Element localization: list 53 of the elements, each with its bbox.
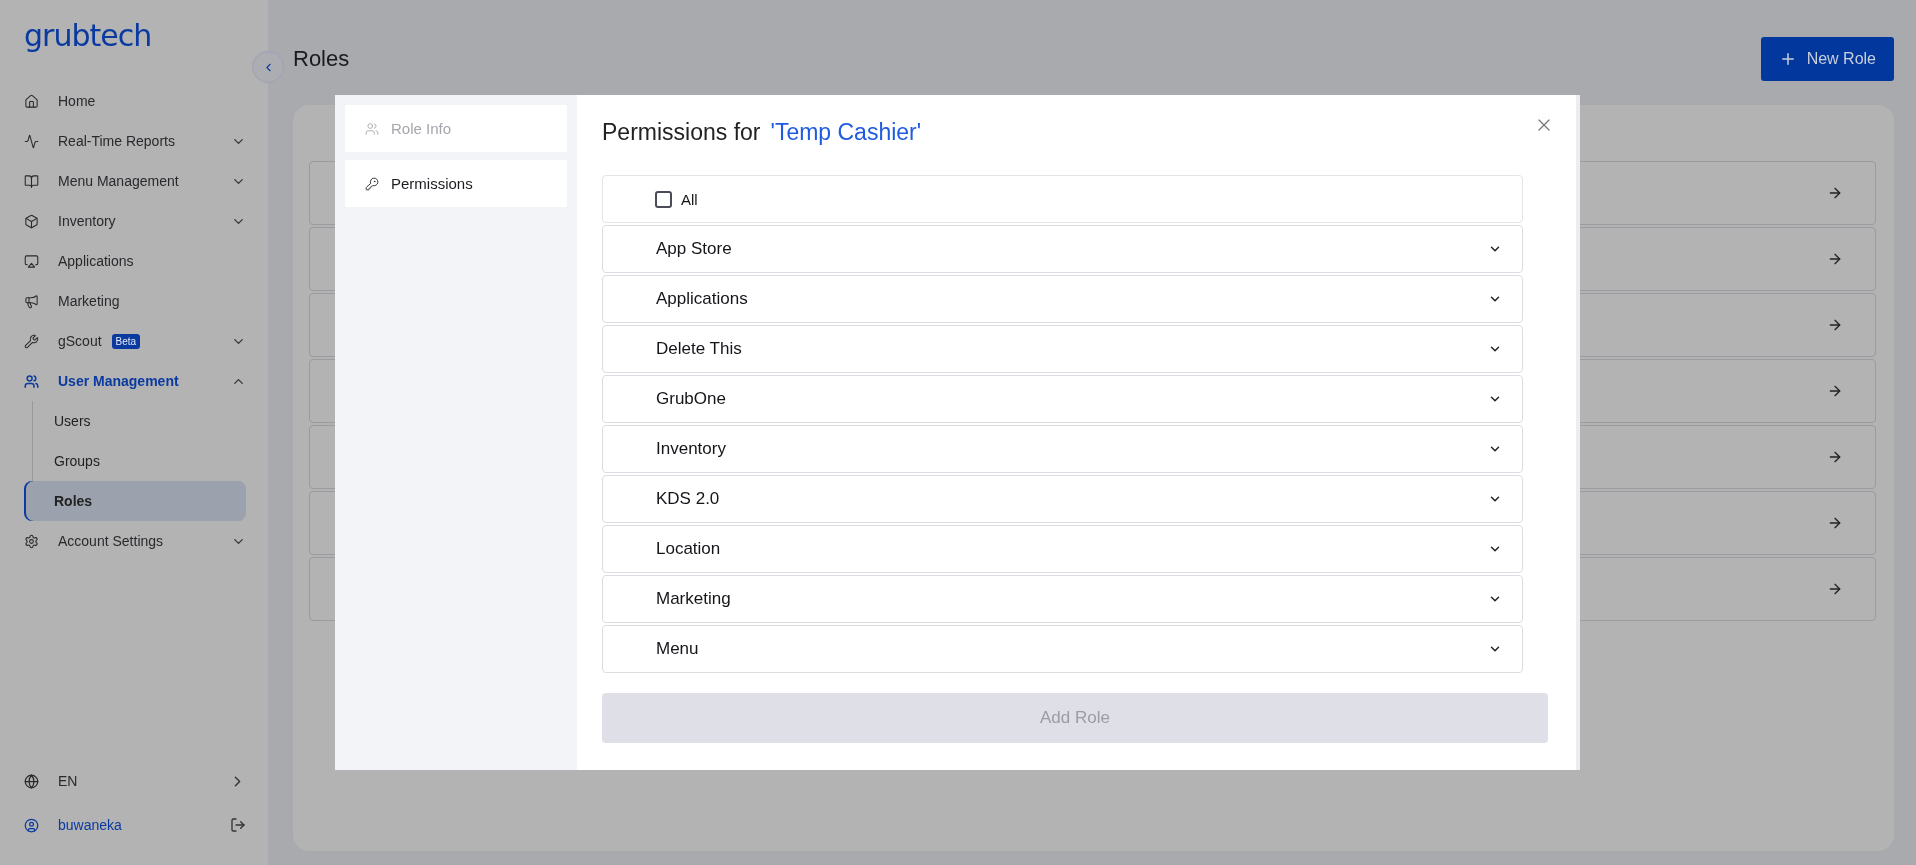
globe-icon [24, 773, 39, 789]
users-icon [365, 121, 379, 136]
permission-group[interactable]: KDS 2.0 [602, 475, 1523, 523]
permission-group[interactable]: App Store [602, 225, 1523, 273]
user-icon [24, 817, 39, 833]
permission-group[interactable]: Inventory [602, 425, 1523, 473]
arrow-right-icon[interactable] [1827, 581, 1843, 597]
book-icon [24, 173, 39, 189]
nav-subitem[interactable]: Groups [24, 441, 246, 481]
dialog-title: Permissions for [602, 119, 761, 146]
pulse-icon [24, 133, 39, 149]
checkbox-label: All [681, 190, 698, 208]
arrow-right-icon[interactable] [1827, 515, 1843, 531]
arrow-right-icon[interactable] [1827, 185, 1843, 201]
dialog-tab[interactable]: Permissions [345, 160, 567, 207]
language-selector[interactable]: EN [58, 773, 78, 789]
nav-item[interactable]: Home [58, 93, 96, 109]
nav-item[interactable]: Real-Time Reports [58, 133, 175, 149]
nav-subitem[interactable]: Roles [24, 481, 246, 521]
arrow-right-icon[interactable] [1827, 449, 1843, 465]
role-name: 'Temp Cashier' [770, 119, 922, 146]
permission-group[interactable]: Marketing [602, 575, 1523, 623]
wrench-icon [24, 333, 39, 349]
nav-item[interactable]: Marketing [58, 293, 120, 309]
permission-group[interactable]: Applications [602, 275, 1523, 323]
arrow-right-icon[interactable] [1827, 317, 1843, 333]
home-icon [24, 93, 39, 109]
nav-item[interactable]: Inventory [58, 213, 116, 229]
users-icon [24, 373, 39, 389]
permission-group[interactable]: Location [602, 525, 1523, 573]
nav-item[interactable]: User Management [58, 373, 179, 389]
megaphone-icon [24, 293, 39, 309]
nav-item[interactable]: gScout [58, 333, 102, 349]
settings-icon [24, 533, 39, 549]
checkbox[interactable] [655, 190, 672, 208]
nav-item[interactable]: Menu Management [58, 173, 179, 189]
permission-group[interactable]: Delete This [602, 325, 1523, 373]
logout-icon[interactable] [230, 817, 246, 833]
beta-badge: Beta [111, 333, 141, 349]
page-title: Roles [293, 46, 350, 72]
nav-item[interactable]: Account Settings [58, 533, 164, 549]
user-name[interactable]: buwaneka [58, 817, 122, 833]
key-icon [365, 176, 379, 191]
permission-group[interactable]: Menu [602, 625, 1523, 673]
arrow-right-icon[interactable] [1827, 251, 1843, 267]
permission-group[interactable]: GrubOne [602, 375, 1523, 423]
nav-item[interactable]: Applications [58, 253, 134, 269]
new-role-button[interactable]: New Role [1760, 37, 1894, 81]
arrow-right-icon[interactable] [1827, 383, 1843, 399]
logo: grubtech [24, 17, 152, 55]
cube-icon [24, 213, 39, 229]
nav-subitem[interactable]: Users [24, 401, 246, 441]
screen-icon [24, 253, 39, 269]
